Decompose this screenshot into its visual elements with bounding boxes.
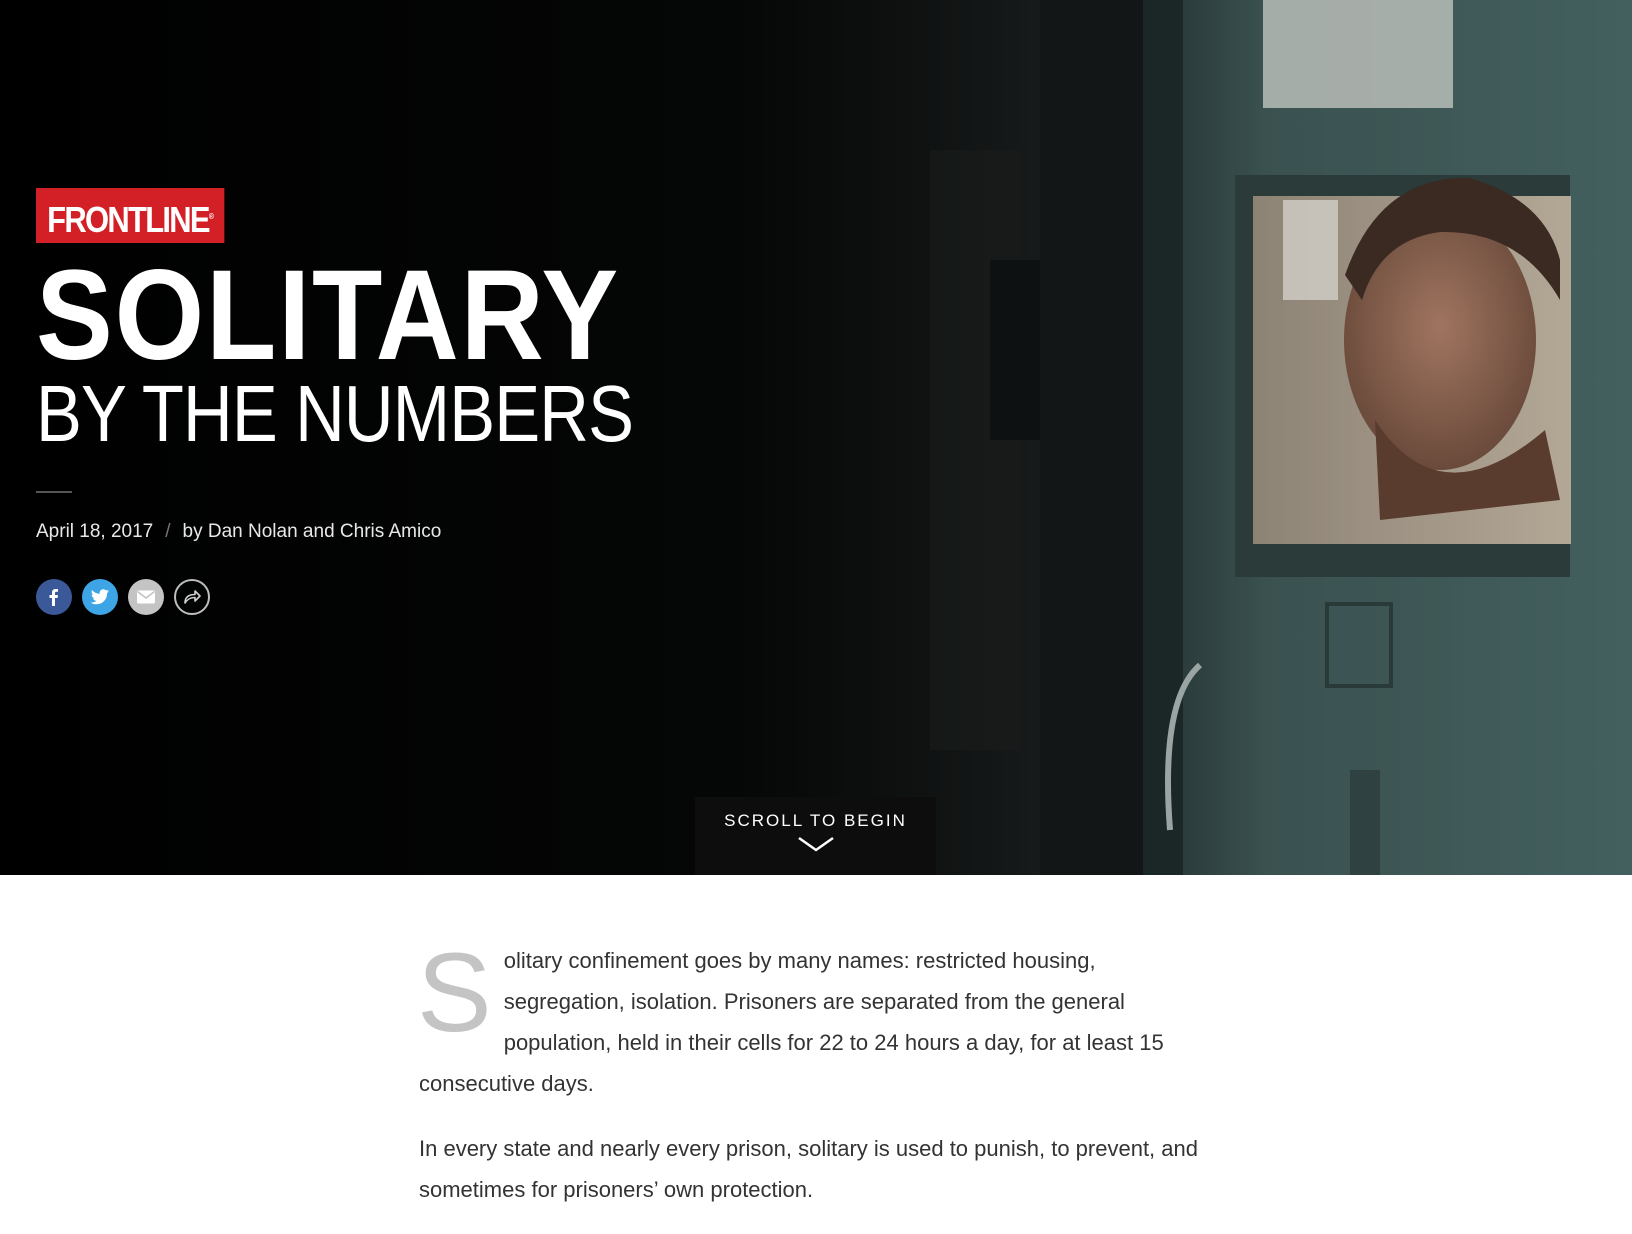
share-arrow-icon <box>184 590 201 604</box>
byline: by Dan Nolan and Chris Amico <box>182 521 442 542</box>
scroll-label: SCROLL TO BEGIN <box>724 811 907 830</box>
twitter-share-button[interactable] <box>82 579 118 615</box>
chevron-down-icon <box>797 836 834 852</box>
page-title: SOLITARY <box>36 244 620 387</box>
publish-date: April 18, 2017 <box>36 521 154 542</box>
hero-content: FRONTLINE® SOLITARY BY THE NUMBERS April… <box>36 188 730 615</box>
second-paragraph: In every state and nearly every prison, … <box>419 1136 1198 1202</box>
facebook-icon <box>49 589 58 606</box>
email-share-button[interactable] <box>128 579 164 615</box>
more-share-button[interactable] <box>174 579 210 615</box>
hero: FRONTLINE® SOLITARY BY THE NUMBERS April… <box>0 0 1632 875</box>
divider <box>36 491 72 493</box>
article-body: Solitary confinement goes by many names:… <box>417 930 1209 1234</box>
frontline-logo[interactable]: FRONTLINE® <box>36 188 225 243</box>
twitter-icon <box>90 589 109 605</box>
meta-separator: / <box>165 521 171 542</box>
intro-paragraph: Solitary confinement goes by many names:… <box>417 930 1209 1104</box>
mail-icon <box>137 590 155 604</box>
logo-registered-mark: ® <box>208 212 214 221</box>
share-bar <box>36 579 730 615</box>
scroll-to-begin-button[interactable]: SCROLL TO BEGIN <box>695 797 936 875</box>
facebook-share-button[interactable] <box>36 579 72 615</box>
dropcap: S <box>417 930 492 1055</box>
logo-text: FRONTLINE <box>47 199 210 240</box>
intro-text: olitary confinement goes by many names: … <box>419 948 1164 1096</box>
article-meta: April 18, 2017 / by Dan Nolan and Chris Am… <box>36 521 730 543</box>
page-subtitle: BY THE NUMBERS <box>36 369 634 458</box>
